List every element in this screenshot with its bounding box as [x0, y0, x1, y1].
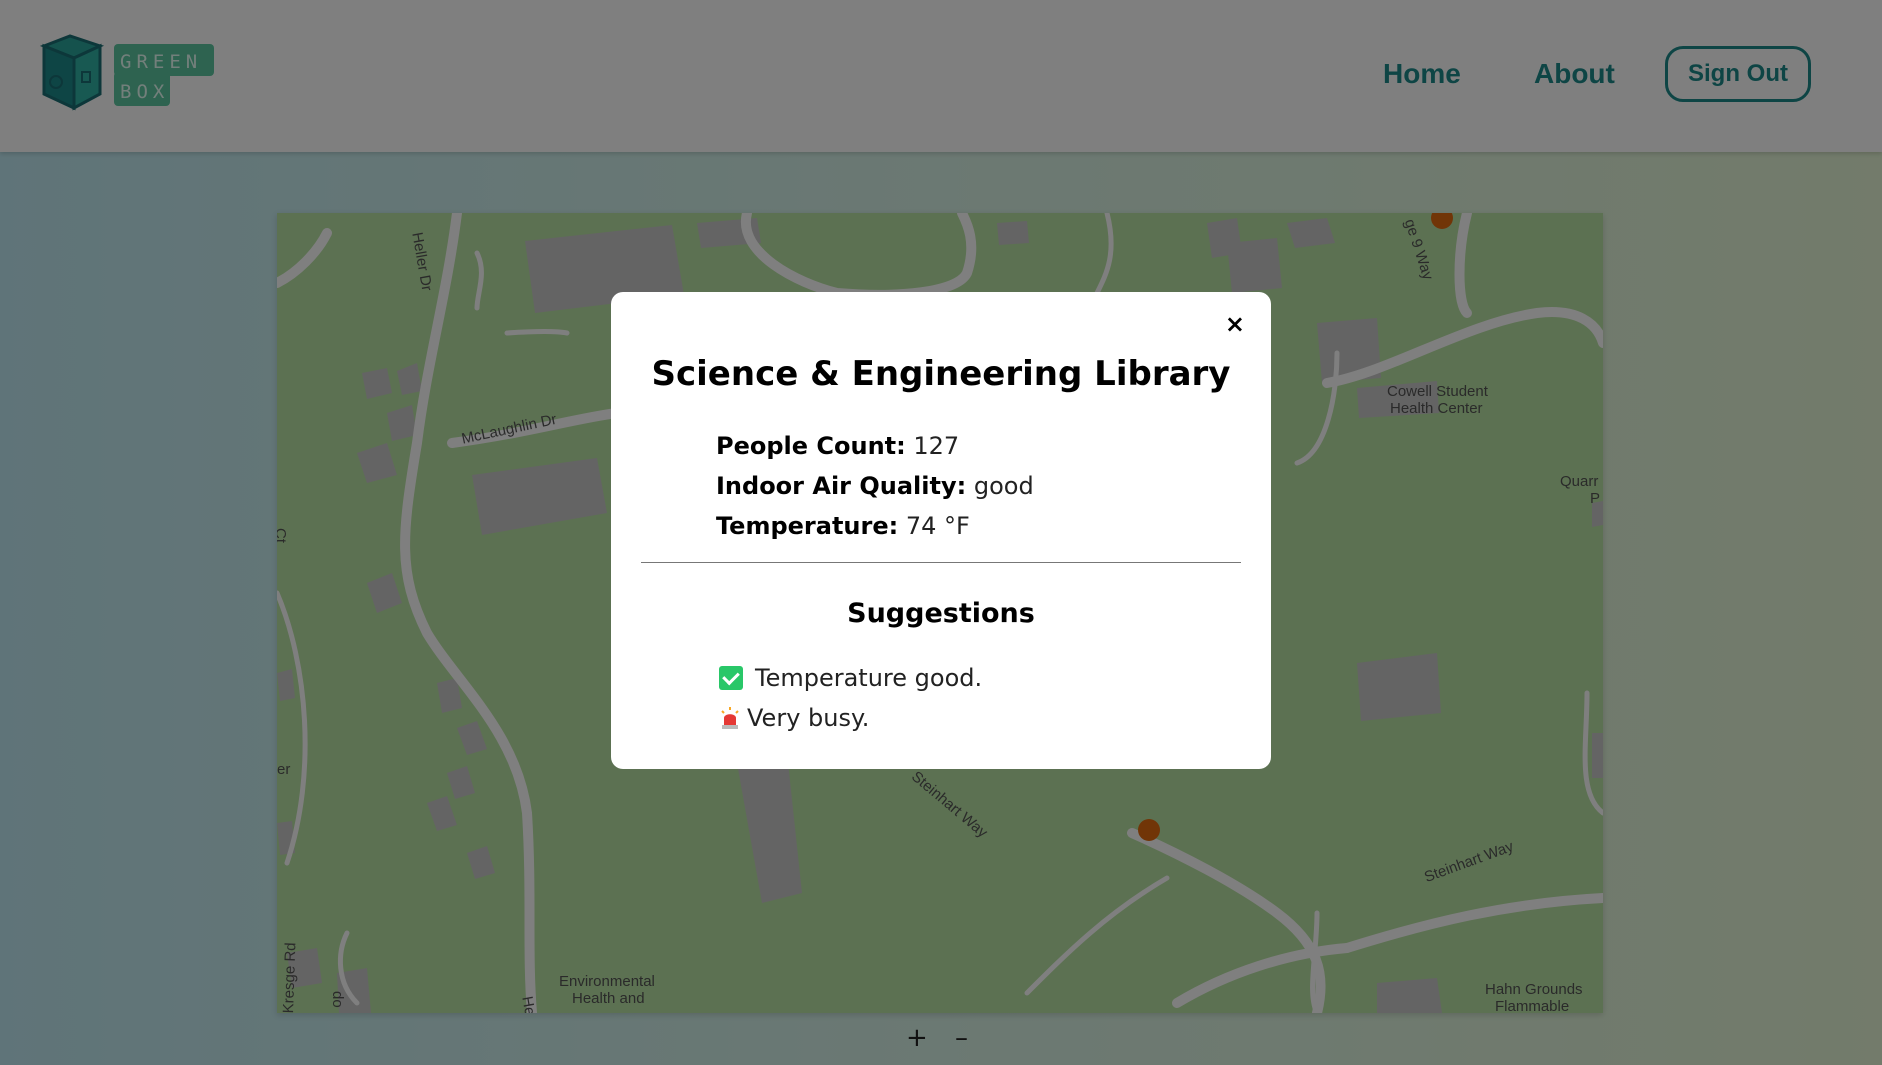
people-count-value: 127	[913, 432, 960, 460]
divider	[641, 562, 1241, 563]
close-icon[interactable]: ×	[1225, 310, 1245, 338]
suggestion-item: Temperature good.	[719, 664, 982, 692]
suggestions-heading: Suggestions	[847, 598, 1035, 629]
air-quality-label: Indoor Air Quality:	[716, 472, 967, 500]
temperature-value: 74 °F	[905, 512, 970, 540]
building-info-modal: × Science & Engineering Library People C…	[611, 292, 1271, 769]
people-count-stat: People Count: 127	[716, 432, 959, 460]
check-icon	[719, 666, 743, 690]
suggestion-text: Very busy.	[747, 704, 870, 732]
siren-icon	[719, 706, 741, 730]
suggestion-item: Very busy.	[719, 704, 869, 732]
temperature-stat: Temperature: 74 °F	[716, 512, 970, 540]
people-count-label: People Count:	[716, 432, 906, 460]
air-quality-stat: Indoor Air Quality: good	[716, 472, 1034, 500]
modal-title: Science & Engineering Library	[651, 354, 1231, 394]
air-quality-value: good	[973, 472, 1034, 500]
suggestion-text: Temperature good.	[755, 664, 983, 692]
temperature-label: Temperature:	[716, 512, 899, 540]
